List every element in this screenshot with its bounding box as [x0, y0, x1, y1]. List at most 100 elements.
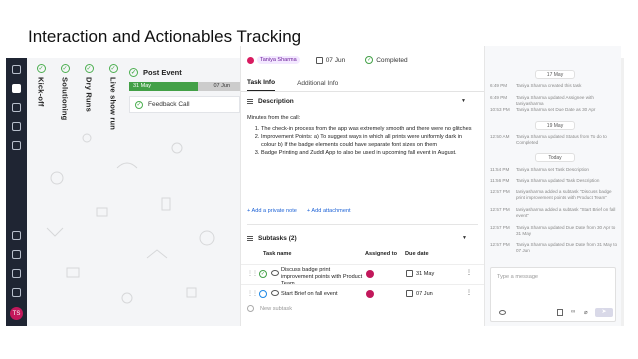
document-icon[interactable]	[557, 309, 563, 316]
subtasks-icon	[247, 235, 253, 241]
activity-text: Taniya Sharma updated Due Date from 30 A…	[516, 225, 616, 236]
task-card-title: Feedback Call	[148, 101, 190, 108]
activity-entry: 12:57 PM taniyasharma added a subtask "S…	[490, 207, 620, 219]
circle-icon[interactable]	[259, 290, 267, 298]
stage-label: Live show run	[108, 77, 118, 131]
column-task-name: Task name	[263, 251, 292, 257]
stage-post-event[interactable]: ✓ Post Event	[129, 68, 182, 77]
stage-label: Post Event	[143, 68, 182, 77]
subtask-due[interactable]: 07 Jun	[416, 291, 433, 297]
calendar-icon[interactable]	[12, 103, 21, 112]
timeline-bar: 31 May 07 Jun	[129, 82, 240, 91]
assignee-chip[interactable]: Taniya Sharma	[247, 56, 300, 64]
add-attachment-link[interactable]: + Add attachment	[307, 208, 351, 214]
scrollbar[interactable]	[621, 58, 624, 326]
activity-time: 11:54 PM	[490, 167, 510, 172]
task-card-feedback-call[interactable]: ✓ Feedback Call	[129, 96, 240, 113]
app-rail: TS	[6, 58, 27, 326]
document-icon[interactable]	[12, 141, 21, 150]
activity-entry: 6:49 PM Taniya Sharma updated Assignee w…	[490, 95, 620, 107]
stage-solutioning[interactable]: ✓ Solutioning	[55, 64, 75, 120]
event-board: ✓ Kick-off ✓ Solutioning ✓ Dry Runs ✓ Li…	[27, 58, 240, 326]
drag-handle-icon[interactable]: ⋮⋮	[247, 270, 258, 277]
description-intro: Minutes from the call:	[247, 115, 301, 121]
link-icon[interactable]: ∞	[571, 309, 575, 315]
activity-text: Taniya Sharma updated Status from To do …	[516, 134, 607, 145]
description-header[interactable]: Description ▼	[241, 92, 484, 110]
caret-down-icon[interactable]: ▼	[462, 235, 467, 241]
people-icon[interactable]	[12, 122, 21, 131]
help-icon[interactable]	[12, 231, 21, 240]
description-point: The check-in process from the app was ex…	[261, 125, 478, 133]
settings-icon[interactable]	[12, 288, 21, 297]
stage-label: Solutioning	[60, 77, 70, 121]
activity-time: 6:49 PM	[490, 83, 508, 88]
timeline-end-date: 07 Jun	[213, 83, 230, 89]
user-avatar[interactable]: TS	[10, 307, 23, 320]
activity-entry: 6:49 PM Taniya Sharma created this task	[490, 83, 620, 89]
chat-icon[interactable]	[12, 269, 21, 278]
activity-entry: 10:53 PM Taniya Sharma set Due Date as 3…	[490, 107, 620, 113]
check-circle-icon: ✓	[365, 56, 374, 64]
new-subtask-input[interactable]: New subtask	[247, 305, 292, 312]
avatar[interactable]	[366, 290, 374, 298]
subtask-row[interactable]: ⋮⋮ Start Brief on fall event 07 Jun ⋮	[241, 284, 485, 303]
add-private-note-link[interactable]: + Add a private note	[247, 208, 297, 214]
activity-text: Taniya Sharma updated Task Description	[516, 178, 600, 183]
activity-entry: 12:57 PM Taniya Sharma updated Due Date …	[490, 225, 620, 237]
grid-icon[interactable]	[12, 65, 21, 74]
activity-entry: 12:57 PM taniyasharma added a subtask "D…	[490, 189, 620, 201]
subtasks-header[interactable]: Subtasks (2) ▼	[241, 229, 485, 247]
tab-task-info[interactable]: Task Info	[247, 79, 276, 91]
subtask-name: Start Brief on fall event	[281, 291, 338, 297]
stage-dry-runs[interactable]: ✓ Dry Runs	[79, 64, 99, 112]
description-point: Badge Printing and Zuddl App to also be …	[261, 149, 478, 157]
calendar-icon	[315, 56, 323, 64]
activity-text: taniyasharma added a subtask "Discuss ba…	[516, 189, 612, 200]
check-circle-icon: ✓	[108, 64, 118, 73]
activity-time: 12:57 PM	[490, 189, 510, 194]
subtask-row[interactable]: ⋮⋮ ✓ Discuss badge print improvement poi…	[241, 264, 485, 287]
check-circle-icon: ✓	[84, 64, 94, 73]
check-circle-icon[interactable]: ✓	[259, 270, 267, 278]
subtask-columns: Task name Assigned to Due date	[241, 251, 485, 263]
visibility-icon[interactable]	[499, 310, 506, 315]
status-value: Completed	[376, 56, 408, 64]
more-options-icon[interactable]: ⋮	[466, 289, 472, 296]
check-circle-icon: ✓	[36, 64, 46, 73]
activity-time: 10:53 PM	[490, 107, 510, 112]
assignee-name: Taniya Sharma	[257, 56, 300, 64]
attachment-icon[interactable]: ⌀	[584, 309, 588, 316]
tab-additional-info[interactable]: Additional Info	[297, 80, 338, 91]
due-date-value: 07 Jun	[325, 56, 346, 64]
composer-toolbar: ∞ ⌀ ➤	[491, 308, 617, 318]
description-body[interactable]: Minutes from the call: The check-in proc…	[241, 110, 484, 157]
activity-entry: 12:57 PM Taniya Sharma updated Due Date …	[490, 242, 620, 254]
activity-text: taniyasharma added a subtask "Start Brie…	[516, 207, 616, 218]
activity-time: 11:56 PM	[490, 178, 510, 183]
avatar[interactable]	[366, 270, 374, 278]
description-title: Description	[258, 97, 294, 105]
notes-icon[interactable]	[12, 250, 21, 259]
message-composer[interactable]: Type a message ∞ ⌀ ➤	[490, 267, 616, 322]
slide-title: Interaction and Actionables Tracking	[28, 27, 302, 46]
description-list: The check-in process from the app was ex…	[247, 125, 478, 157]
task-tabs: Task Info Additional Info	[241, 74, 484, 92]
calendar-icon	[406, 290, 413, 297]
stage-live-show-run[interactable]: ✓ Live show run	[103, 64, 123, 130]
drag-handle-icon[interactable]: ⋮⋮	[247, 290, 258, 297]
caret-down-icon[interactable]: ▼	[461, 98, 466, 104]
description-point: Improvement Points: a) To suggest ways i…	[261, 133, 478, 149]
subtasks-title: Subtasks (2)	[258, 234, 297, 242]
status-field[interactable]: ✓ Completed	[365, 56, 408, 64]
activity-panel: 17 May 6:49 PM Taniya Sharma created thi…	[484, 46, 621, 326]
board-icon[interactable]	[12, 84, 21, 93]
new-subtask-placeholder: New subtask	[260, 305, 293, 312]
stage-kickoff[interactable]: ✓ Kick-off	[31, 64, 51, 107]
due-date-field[interactable]: 07 Jun	[315, 56, 346, 64]
date-separator: 19 May	[535, 121, 575, 130]
subtask-due[interactable]: 31 May	[416, 271, 434, 277]
more-options-icon[interactable]: ⋮	[466, 269, 472, 276]
activity-time: 12:57 PM	[490, 225, 510, 230]
send-button[interactable]: ➤	[595, 308, 613, 317]
